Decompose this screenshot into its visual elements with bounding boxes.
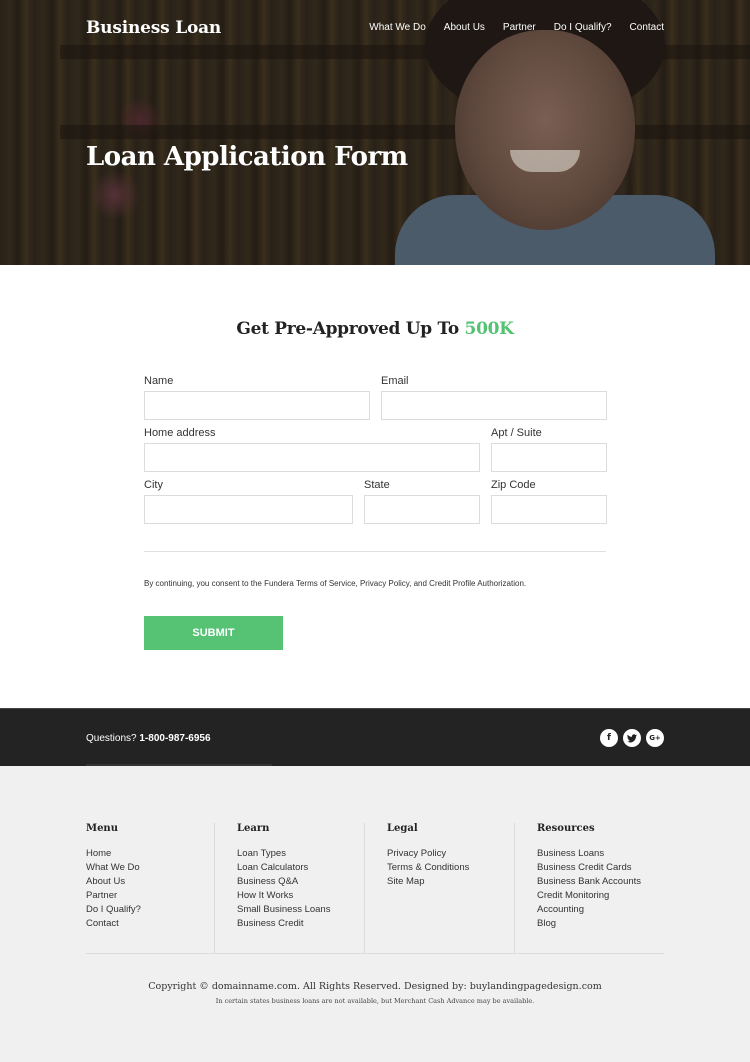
state-field-group: State bbox=[364, 479, 480, 524]
apt-suite-label: Apt / Suite bbox=[491, 427, 542, 439]
home-address-field-group: Home address bbox=[144, 427, 480, 472]
footer-link-credit-monitoring[interactable]: Credit Monitoring bbox=[537, 890, 609, 901]
footer-link-home[interactable]: Home bbox=[86, 848, 111, 859]
name-label: Name bbox=[144, 375, 174, 387]
zip-code-label: Zip Code bbox=[491, 479, 536, 491]
phone-number[interactable]: 1-800-987-6956 bbox=[139, 733, 210, 744]
footer-link-site-map[interactable]: Site Map bbox=[387, 876, 425, 887]
state-input[interactable] bbox=[364, 495, 480, 524]
footer-link-loan-types[interactable]: Loan Types bbox=[237, 848, 286, 859]
home-address-input[interactable] bbox=[144, 443, 480, 472]
facebook-icon[interactable]: f bbox=[600, 729, 618, 747]
apt-suite-input[interactable] bbox=[491, 443, 607, 472]
question-label: Questions? bbox=[86, 733, 137, 744]
footer-link-accounting[interactable]: Accounting bbox=[537, 904, 584, 915]
twitter-icon[interactable] bbox=[623, 729, 641, 747]
hero-banner: Business Loan What We Do About Us Partne… bbox=[0, 0, 750, 265]
email-label: Email bbox=[381, 375, 409, 387]
name-input[interactable] bbox=[144, 391, 370, 420]
contact-bar: Questions? 1-800-987-6956 f G+ bbox=[0, 708, 750, 766]
hero-person-face bbox=[455, 30, 635, 230]
copyright-text: Copyright © domainname.com. All Rights R… bbox=[148, 981, 602, 992]
footer-link-small-business-loans[interactable]: Small Business Loans bbox=[237, 904, 330, 915]
footer-column-learn: Learn Loan Types Loan Calculators Busine… bbox=[214, 823, 364, 953]
footer-column-title: Resources bbox=[537, 823, 595, 834]
footer-column-resources: Resources Business Loans Business Credit… bbox=[514, 823, 664, 953]
brand-logo[interactable]: Business Loan bbox=[86, 18, 221, 38]
nav-about-us[interactable]: About Us bbox=[444, 22, 485, 33]
main-menu: What We Do About Us Partner Do I Qualify… bbox=[369, 22, 664, 33]
footer-link-business-bank-accounts[interactable]: Business Bank Accounts bbox=[537, 876, 641, 887]
city-label: City bbox=[144, 479, 163, 491]
zip-code-input[interactable] bbox=[491, 495, 607, 524]
hero-background-shelf bbox=[60, 125, 750, 139]
footer-divider bbox=[86, 953, 664, 954]
nav-do-i-qualify[interactable]: Do I Qualify? bbox=[554, 22, 612, 33]
footer-link-terms-conditions[interactable]: Terms & Conditions bbox=[387, 862, 469, 873]
footer-column-legal: Legal Privacy Policy Terms & Conditions … bbox=[364, 823, 514, 953]
form-heading-text: Get Pre-Approved Up To bbox=[236, 319, 459, 339]
disclaimer-text: In certain states business loans are not… bbox=[215, 997, 535, 1005]
home-address-label: Home address bbox=[144, 427, 216, 439]
footer-link-loan-calculators[interactable]: Loan Calculators bbox=[237, 862, 308, 873]
apt-suite-field-group: Apt / Suite bbox=[491, 427, 607, 472]
footer-link-how-it-works[interactable]: How It Works bbox=[237, 890, 293, 901]
footer-column-title: Legal bbox=[387, 823, 418, 834]
site-footer: Menu Home What We Do About Us Partner Do… bbox=[0, 766, 750, 1062]
footer-link-what-we-do[interactable]: What We Do bbox=[86, 862, 140, 873]
social-links: f G+ bbox=[600, 729, 664, 747]
form-heading-amount: 500K bbox=[464, 319, 514, 339]
footer-link-partner[interactable]: Partner bbox=[86, 890, 117, 901]
contact-question: Questions? 1-800-987-6956 bbox=[86, 733, 211, 744]
submit-button[interactable]: SUBMIT bbox=[144, 616, 283, 650]
nav-partner[interactable]: Partner bbox=[503, 22, 536, 33]
footer-link-privacy-policy[interactable]: Privacy Policy bbox=[387, 848, 446, 859]
page-title: Loan Application Form bbox=[86, 142, 408, 172]
email-input[interactable] bbox=[381, 391, 607, 420]
footer-link-business-credit-cards[interactable]: Business Credit Cards bbox=[537, 862, 632, 873]
email-field-group: Email bbox=[381, 375, 607, 420]
google-plus-icon[interactable]: G+ bbox=[646, 729, 664, 747]
form-heading: Get Pre-Approved Up To 500K bbox=[0, 319, 750, 339]
form-divider bbox=[144, 551, 606, 552]
consent-text: By continuing, you consent to the Funder… bbox=[144, 579, 527, 588]
loan-application-form: Get Pre-Approved Up To 500K Name Email H… bbox=[0, 265, 750, 708]
footer-link-blog[interactable]: Blog bbox=[537, 918, 556, 929]
city-field-group: City bbox=[144, 479, 353, 524]
state-label: State bbox=[364, 479, 390, 491]
city-input[interactable] bbox=[144, 495, 353, 524]
zip-code-field-group: Zip Code bbox=[491, 479, 607, 524]
footer-column-title: Learn bbox=[237, 823, 270, 834]
nav-what-we-do[interactable]: What We Do bbox=[369, 22, 426, 33]
nav-contact[interactable]: Contact bbox=[630, 22, 664, 33]
footer-link-business-qa[interactable]: Business Q&A bbox=[237, 876, 298, 887]
name-field-group: Name bbox=[144, 375, 370, 420]
hero-person-smile bbox=[510, 150, 580, 172]
footer-link-business-credit[interactable]: Business Credit bbox=[237, 918, 304, 929]
twitter-bird-glyph bbox=[627, 733, 637, 742]
footer-link-contact[interactable]: Contact bbox=[86, 918, 119, 929]
footer-link-do-i-qualify[interactable]: Do I Qualify? bbox=[86, 904, 141, 915]
footer-link-about-us[interactable]: About Us bbox=[86, 876, 125, 887]
footer-link-business-loans[interactable]: Business Loans bbox=[537, 848, 604, 859]
top-navigation: Business Loan What We Do About Us Partne… bbox=[0, 0, 750, 60]
